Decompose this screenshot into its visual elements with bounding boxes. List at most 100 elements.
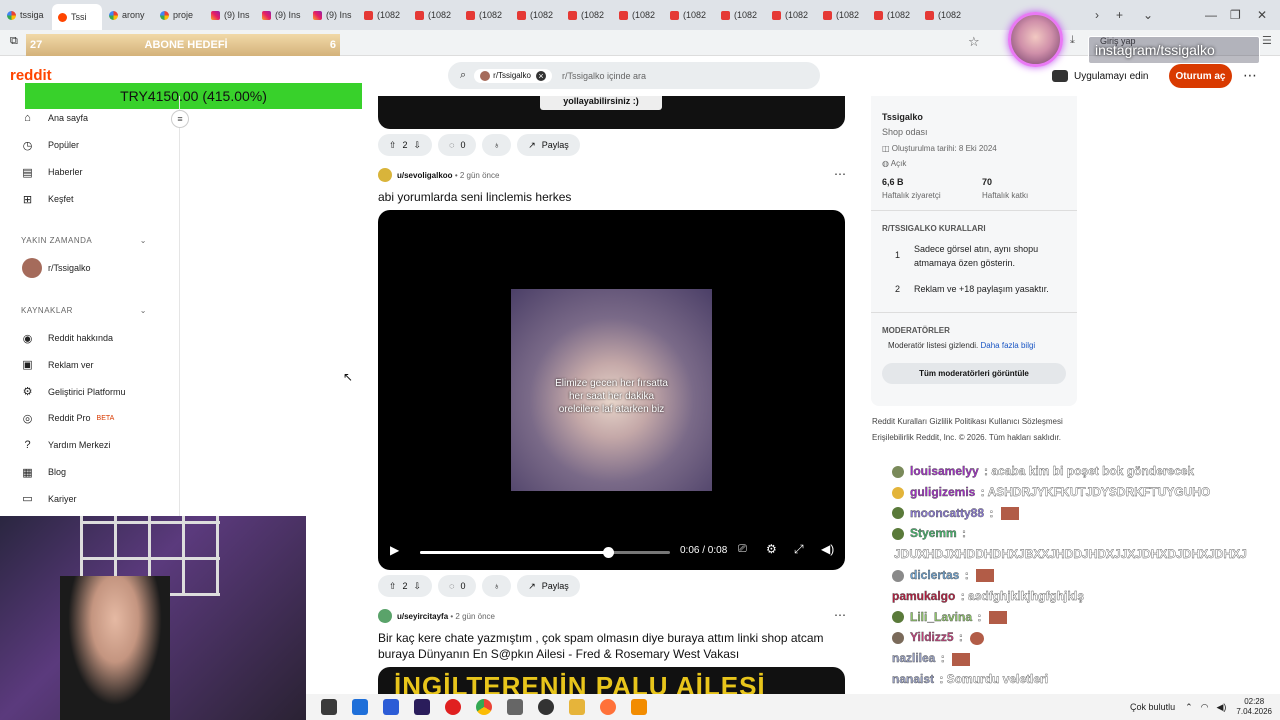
resources-section-header[interactable]: KAYNAKLAR ⌄ — [21, 306, 147, 315]
login-button[interactable]: Oturum aç — [1169, 64, 1232, 88]
chip-remove-icon[interactable]: × — [535, 70, 546, 81]
award-button[interactable]: ♁ — [482, 134, 512, 156]
post-title[interactable]: abi yorumlarda seni linclemis herkes — [378, 190, 571, 204]
browser-tab[interactable]: (1082 — [562, 4, 612, 26]
post-image[interactable]: yollayabilirsiniz :) — [378, 96, 845, 129]
volume-icon[interactable]: ◀) — [1216, 702, 1226, 713]
rule-text[interactable]: Reklam ve +18 paylaşım yasaktır. — [914, 284, 1049, 294]
close-window-icon[interactable]: ✕ — [1257, 0, 1267, 30]
volume-icon[interactable]: ◀) — [821, 542, 834, 556]
share-button[interactable]: ↗ Paylaş — [517, 134, 580, 156]
comments-button[interactable]: ◌ 0 — [438, 575, 477, 597]
vlc-icon[interactable] — [631, 699, 647, 715]
browser-tab[interactable]: Tssi — [52, 4, 102, 30]
nav-item[interactable]: ⌂ Ana sayfa — [22, 108, 88, 128]
collapse-nav-icon[interactable]: ≡ — [171, 110, 189, 128]
recent-community-item[interactable]: r/Tssigalko — [22, 258, 91, 278]
rule-text[interactable]: Sadece görsel atın, aynı shopu — [914, 244, 1038, 254]
browser-tab[interactable]: tssiga — [1, 4, 51, 26]
browser-tab[interactable]: (1082 — [868, 4, 918, 26]
browser-tab[interactable]: (1082 — [409, 4, 459, 26]
downvote-icon[interactable]: ⇩ — [414, 581, 422, 592]
post-author[interactable]: u/sevoligalkoo — [397, 171, 453, 180]
download-icon[interactable]: ⤓ — [1070, 34, 1075, 47]
maximize-icon[interactable]: ❐ — [1230, 0, 1241, 30]
browser-tab[interactable]: (9) Ins — [256, 4, 306, 26]
resource-item[interactable]: ? Yardım Merkezi — [22, 435, 110, 455]
browser-tab[interactable]: (1082 — [919, 4, 969, 26]
opera-icon[interactable] — [445, 699, 461, 715]
post-author[interactable]: u/seyircitayfa — [397, 612, 448, 621]
nav-item[interactable]: ◷ Popüler — [22, 135, 79, 155]
wifi-icon[interactable]: ◠ — [1201, 702, 1209, 713]
browser-tab[interactable]: (1082 — [358, 4, 408, 26]
new-tab-button[interactable]: + — [1116, 0, 1123, 30]
taskbar-app-icon[interactable] — [321, 699, 337, 715]
share-button[interactable]: ↗ Paylaş — [517, 575, 580, 597]
vote-control[interactable]: ⇧ 2 ⇩ — [378, 134, 433, 156]
resource-item[interactable]: ◉ Reddit hakkında — [22, 328, 113, 348]
menu-icon[interactable]: ☰ — [1262, 34, 1272, 47]
reddit-logo[interactable]: reddit — [10, 67, 52, 84]
taskbar-app-icon[interactable] — [538, 699, 554, 715]
video-seek-bar[interactable] — [420, 547, 670, 558]
more-options-icon[interactable]: ⋯ — [1243, 67, 1257, 84]
nav-item[interactable]: ⊞ Keşfet — [22, 189, 74, 209]
settings-gear-icon[interactable]: ⚙ — [766, 542, 777, 556]
moderators-more-link[interactable]: Daha fazla bilgi — [981, 341, 1036, 350]
play-icon[interactable]: ▶ — [390, 543, 399, 557]
taskbar-app-icon[interactable] — [383, 699, 399, 715]
fullscreen-icon[interactable]: ⤢ — [794, 542, 804, 557]
weather-text[interactable]: Çok bulutlu — [1130, 702, 1175, 712]
rule-text[interactable]: atmamaya özen gösterin. — [914, 258, 1015, 268]
file-explorer-icon[interactable] — [569, 699, 585, 715]
taskbar-app-icon[interactable] — [507, 699, 523, 715]
browser-tab[interactable]: (9) Ins — [307, 4, 357, 26]
tab-list-icon[interactable]: ⌄ — [1143, 0, 1153, 30]
browser-tab[interactable]: (9) Ins — [205, 4, 255, 26]
browser-tab[interactable]: (1082 — [715, 4, 765, 26]
resource-item[interactable]: ▣ Reklam ver — [22, 355, 93, 375]
tab-scroll-right-icon[interactable]: › — [1095, 0, 1099, 30]
sidebar-toggle-icon[interactable]: ⧉ — [10, 35, 18, 48]
video-player[interactable]: Elimize gecen her fırsatta her saat her d… — [378, 210, 845, 570]
firefox-icon[interactable] — [600, 699, 616, 715]
resource-item[interactable]: ⚙ Geliştirici Platformu — [22, 382, 126, 402]
browser-tab[interactable]: proje — [154, 4, 204, 26]
get-app-button[interactable]: Uygulamayı edin — [1052, 64, 1148, 88]
minimize-icon[interactable]: — — [1205, 0, 1217, 30]
post-options-icon[interactable]: ⋯ — [834, 167, 846, 181]
clock[interactable]: 02:28 7.04.2026 — [1236, 697, 1272, 717]
browser-tab[interactable]: (1082 — [613, 4, 663, 26]
browser-tab[interactable]: (1082 — [460, 4, 510, 26]
post-options-icon[interactable]: ⋯ — [834, 608, 846, 622]
chevron-up-icon[interactable]: ⌃ — [1185, 702, 1193, 713]
comments-button[interactable]: ◌ 0 — [438, 134, 477, 156]
browser-tab[interactable]: (1082 — [766, 4, 816, 26]
search-community-chip[interactable]: r/Tssigalko × — [474, 68, 552, 83]
recent-section-header[interactable]: YAKIN ZAMANDA ⌄ — [21, 236, 147, 245]
chrome-icon[interactable] — [476, 699, 492, 715]
premiere-icon[interactable] — [414, 699, 430, 715]
resource-item[interactable]: ▭ Kariyer — [22, 489, 76, 509]
vote-control[interactable]: ⇧ 2 ⇩ — [378, 575, 433, 597]
taskbar-app-icon[interactable] — [352, 699, 368, 715]
resource-item[interactable]: ◎ Reddit Pro BETA — [22, 408, 115, 428]
upvote-icon[interactable]: ⇧ — [389, 140, 397, 151]
footer-links[interactable]: Reddit Kuralları Gizlilik Politikası Kul… — [872, 417, 1063, 426]
downvote-icon[interactable]: ⇩ — [414, 140, 422, 151]
award-button[interactable]: ♁ — [482, 575, 512, 597]
post-title-line-2[interactable]: buraya Dünyanın En S@pkın Ailesi - Fred … — [378, 647, 739, 661]
browser-tab[interactable]: arony — [103, 4, 153, 26]
nav-item[interactable]: ▤ Haberler — [22, 162, 82, 182]
browser-tab[interactable]: (1082 — [511, 4, 561, 26]
video-seek-handle[interactable] — [602, 547, 614, 558]
browser-tab[interactable]: (1082 — [817, 4, 867, 26]
resource-item[interactable]: ▦ Blog — [22, 462, 66, 482]
post-title-line-1[interactable]: Bir kaç kere chate yazmıştım , çok spam … — [378, 631, 824, 645]
bookmark-star-icon[interactable]: ☆ — [968, 34, 980, 50]
search-bar[interactable]: ⌕ r/Tssigalko × r/Tssigalko içinde ara — [448, 62, 820, 89]
browser-tab[interactable]: (1082 — [664, 4, 714, 26]
upvote-icon[interactable]: ⇧ — [389, 581, 397, 592]
view-all-moderators-button[interactable]: Tüm moderatörleri görüntüle — [882, 363, 1066, 384]
